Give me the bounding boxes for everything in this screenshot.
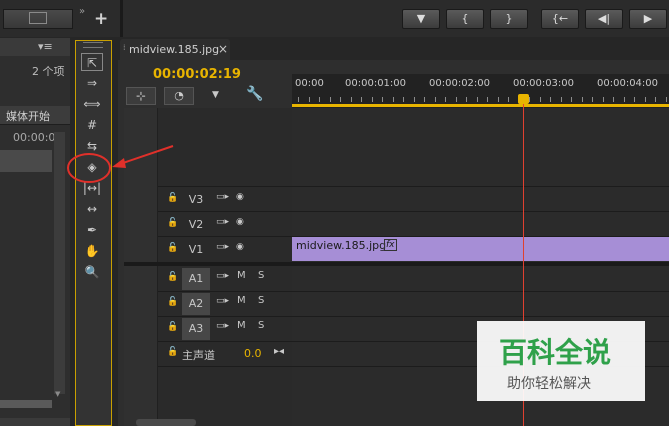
annotation-arrow-line [119,145,174,165]
watermark: 百科全说 助你轻松解决 [477,321,645,401]
watermark-title: 百科全说 [499,336,612,369]
annotation-arrow-head [112,158,126,168]
watermark-subtitle: 助你轻松解决 [507,376,591,392]
annotation-circle [67,153,111,183]
